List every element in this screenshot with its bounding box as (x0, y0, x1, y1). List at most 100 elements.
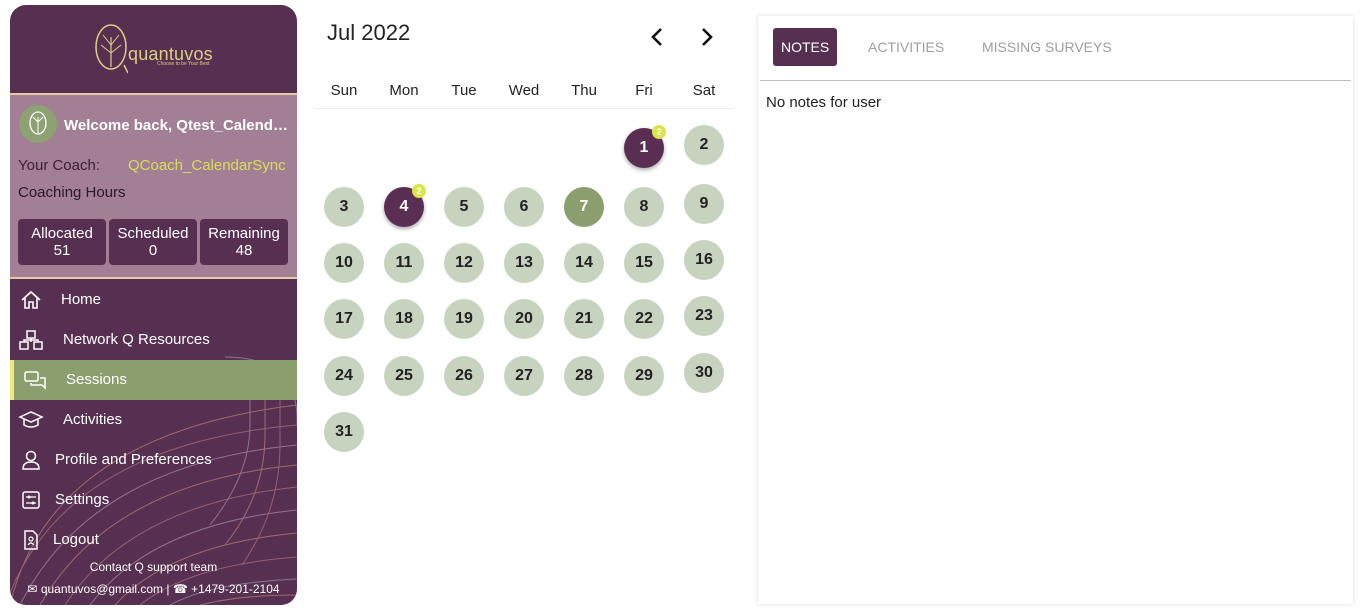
phone-icon: ☎ (172, 582, 188, 596)
logo-tagline: Choose to be Your Best (157, 61, 210, 67)
calendar-day[interactable]: 3 (324, 187, 364, 227)
brand-logo: quantuvos Choose to be Your Best (10, 5, 297, 93)
calendar-day[interactable]: 30 (684, 353, 724, 393)
calendar-day[interactable]: 23 (684, 296, 724, 336)
calendar-day-number: 3 (339, 198, 349, 215)
calendar-day-number: 23 (695, 307, 713, 324)
calendar-day[interactable]: 13 (504, 243, 544, 283)
calendar-day-number: 10 (335, 254, 353, 271)
tab-notes[interactable]: NOTES (773, 28, 838, 66)
stat-scheduled-value: 0 (148, 242, 158, 259)
nav-sessions[interactable]: Sessions (10, 360, 297, 400)
calendar-day-number: 14 (575, 254, 593, 271)
coaching-hours-label: Coaching Hours (18, 184, 126, 201)
tab-activities[interactable]: ACTIVITIES (868, 28, 944, 66)
calendar-day[interactable]: 10 (324, 243, 364, 283)
weekday-sat: Sat (692, 82, 716, 99)
calendar-day[interactable]: 21 (564, 299, 604, 339)
calendar-day-number: 28 (575, 367, 593, 384)
nav-profile-preferences[interactable]: Profile and Preferences (10, 440, 297, 480)
calendar-day-number: 22 (635, 310, 653, 327)
calendar-day[interactable]: 24 (324, 356, 364, 396)
calendar-day[interactable]: 11 (384, 243, 424, 283)
stat-remaining-value: 48 (235, 242, 253, 259)
calendar-day[interactable]: 8 (624, 187, 664, 227)
graduation-cap-icon (18, 408, 44, 432)
calendar-day[interactable]: 12 (444, 243, 484, 283)
calendar-day-number: 5 (459, 198, 469, 215)
empty-notes-message: No notes for user (766, 94, 882, 111)
mail-icon: ✉ (27, 582, 38, 596)
calendar-day[interactable]: 26 (444, 356, 484, 396)
nav-settings[interactable]: Settings (10, 480, 297, 520)
calendar-day-number: 4 (399, 198, 409, 215)
network-icon (18, 328, 44, 352)
calendar-day[interactable]: 29 (624, 356, 664, 396)
chat-icon (22, 368, 48, 392)
calendar-day-number: 15 (635, 254, 653, 271)
nav-activities-label: Activities (63, 411, 123, 428)
calendar-day-number: 24 (335, 367, 353, 384)
calendar-day[interactable]: 15 (624, 243, 664, 283)
calendar-day[interactable]: 5 (444, 187, 484, 227)
nav-network-q-resources[interactable]: Network Q Resources (10, 320, 297, 360)
logout-icon (18, 528, 44, 552)
calendar-day-number: 6 (519, 198, 529, 215)
calendar-day[interactable]: 18 (384, 299, 424, 339)
calendar-day-number: 7 (579, 198, 589, 215)
calendar-day-number: 1 (639, 139, 649, 156)
session-count-badge: 2 (652, 125, 666, 139)
calendar-day-number: 13 (515, 254, 533, 271)
calendar-day[interactable]: 25 (384, 356, 424, 396)
calendar-day-today[interactable]: 7 (564, 187, 604, 227)
coach-label: Your Coach: (18, 157, 101, 174)
calendar-day[interactable]: 16 (684, 240, 724, 280)
calendar-month-title: Jul 2022 (327, 20, 411, 45)
prev-month-button[interactable] (644, 24, 670, 50)
tab-missing-surveys[interactable]: MISSING SURVEYS (982, 28, 1112, 66)
nav-logout-label: Logout (53, 531, 99, 548)
next-month-button[interactable] (694, 24, 720, 50)
nav-profile-label: Profile and Preferences (55, 451, 212, 468)
calendar-day-number: 26 (455, 367, 473, 384)
calendar-day[interactable]: 31 (324, 412, 364, 452)
calendar-day[interactable]: 22 (624, 299, 664, 339)
stat-scheduled: Scheduled 0 (109, 219, 197, 265)
nav-sessions-label: Sessions (66, 371, 127, 388)
calendar-day[interactable]: 28 (564, 356, 604, 396)
weekday-sun: Sun (330, 82, 358, 99)
contact-phone[interactable]: +1479-201-2104 (191, 582, 279, 596)
settings-icon (18, 488, 44, 512)
calendar-day-number: 27 (515, 367, 533, 384)
calendar-day-number: 16 (695, 251, 713, 268)
nav-settings-label: Settings (55, 491, 110, 508)
contact-email[interactable]: quantuvos@gmail.com (41, 582, 163, 596)
nav-home[interactable]: Home (10, 280, 297, 320)
sidebar: quantuvos Choose to be Your Best Welcome… (10, 5, 297, 605)
chevron-right-icon (702, 28, 713, 46)
calendar-day-number: 12 (455, 254, 473, 271)
session-count-badge: 2 (412, 184, 426, 198)
calendar-day[interactable]: 20 (504, 299, 544, 339)
contact-title: Contact Q support team (89, 560, 218, 574)
calendar-day[interactable]: 17 (324, 299, 364, 339)
notes-panel: NOTES ACTIVITIES MISSING SURVEYS No note… (758, 16, 1353, 604)
calendar-day[interactable]: 27 (504, 356, 544, 396)
calendar-day-number: 17 (335, 310, 353, 327)
welcome-message: Welcome back, Qtest_CalendarSync (64, 117, 292, 134)
stat-allocated-label: Allocated (31, 225, 93, 242)
avatar (19, 105, 57, 143)
calendar-day-number: 21 (575, 310, 593, 327)
nav-activities[interactable]: Activities (10, 400, 297, 440)
nav-logout[interactable]: Logout (10, 520, 297, 560)
coach-name: QCoach_CalendarSync (128, 157, 286, 174)
calendar-day[interactable]: 19 (444, 299, 484, 339)
calendar-day[interactable]: 9 (684, 184, 724, 224)
calendar-day[interactable]: 2 (684, 125, 724, 165)
calendar-day-scheduled[interactable]: 12 (624, 125, 666, 168)
calendar-day[interactable]: 14 (564, 243, 604, 283)
calendar-day[interactable]: 6 (504, 187, 544, 227)
contact-details: ✉ quantuvos@gmail.com | ☎ +1479-201-2104 (10, 582, 297, 596)
weekday-fri: Fri (635, 82, 653, 99)
calendar-day-scheduled[interactable]: 42 (384, 184, 426, 227)
